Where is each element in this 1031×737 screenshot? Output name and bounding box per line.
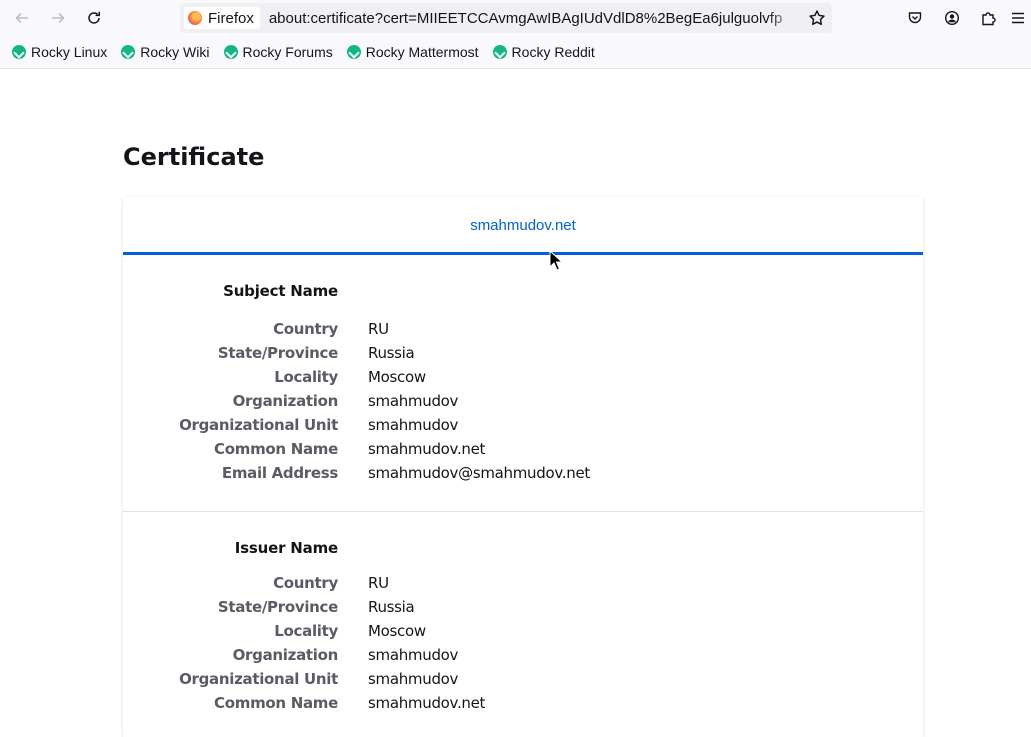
field-label: Organizational Unit [179, 416, 338, 434]
field-value: smahmudov [368, 416, 459, 434]
forward-arrow-icon[interactable] [44, 4, 72, 32]
page-content: Certificate smahmudov.net Subject Name C… [0, 69, 1031, 737]
certificate-tab-bar: smahmudov.net [123, 197, 923, 255]
field-label: Common Name [214, 694, 338, 712]
menu-icon[interactable] [1010, 4, 1031, 32]
field-value: RU [368, 574, 389, 592]
mouse-cursor-icon [549, 250, 563, 271]
field-label: State/Province [217, 344, 338, 362]
pocket-icon[interactable] [901, 4, 929, 32]
field-value: smahmudov.net [368, 694, 486, 712]
field-row: Organizational Unit smahmudov [123, 667, 923, 691]
reload-icon[interactable] [80, 4, 108, 32]
issuer-fields: Country RU State/Province Russia Locality M… [123, 571, 923, 715]
extensions-icon[interactable] [974, 4, 1002, 32]
field-row: Organizational Unit smahmudov [123, 413, 923, 437]
rocky-logo-icon [121, 45, 136, 59]
field-value: RU [368, 320, 389, 338]
field-row: Country RU [123, 317, 923, 341]
field-row: Common Name smahmudov.net [123, 691, 923, 715]
rocky-logo-icon [12, 45, 26, 59]
field-label: Organization [232, 392, 339, 410]
section-title: Issuer Name [234, 539, 338, 557]
url-text[interactable]: about:certificate?cert=MIIEETCCAvmgAwIBA… [269, 10, 799, 27]
rocky-logo-icon [346, 45, 361, 59]
identity-box[interactable]: Firefox [184, 7, 260, 29]
rocky-logo-icon [223, 45, 238, 59]
identity-label: Firefox [208, 9, 254, 27]
field-label: Country [273, 320, 338, 338]
field-value: Moscow [368, 368, 426, 386]
field-value: smahmudov [368, 646, 459, 664]
field-row: State/Province Russia [123, 595, 923, 619]
bookmark-rocky-mattermost[interactable]: Rocky Mattermost [345, 40, 481, 64]
field-row: State/Province Russia [123, 341, 923, 365]
field-row: Locality Moscow [123, 365, 923, 389]
rocky-logo-icon [492, 45, 507, 59]
account-icon[interactable] [938, 4, 966, 32]
field-row: Organization smahmudov [123, 643, 923, 667]
bookmark-rocky-wiki[interactable]: Rocky Wiki [119, 40, 211, 64]
field-label: Country [273, 574, 338, 592]
field-value: smahmudov [368, 392, 459, 410]
field-row: Email Address smahmudov@smahmudov.net [123, 461, 923, 485]
address-bar[interactable]: Firefox about:certificate?cert=MIIEETCCA… [180, 3, 832, 33]
bookmark-star-icon[interactable] [808, 9, 826, 27]
field-label: Organizational Unit [179, 670, 338, 688]
bookmark-label: Rocky Linux [31, 44, 108, 60]
back-arrow-icon[interactable] [8, 4, 36, 32]
field-label: Organization [232, 646, 339, 664]
field-value: Russia [368, 344, 415, 362]
field-value: Russia [368, 598, 415, 616]
firefox-logo-icon [188, 11, 202, 25]
bookmark-label: Rocky Mattermost [365, 44, 479, 60]
field-label: Locality [274, 368, 338, 386]
bookmark-label: Rocky Reddit [511, 44, 595, 60]
field-value: smahmudov@smahmudov.net [368, 464, 590, 482]
browser-toolbar: Firefox about:certificate?cert=MIIEETCCA… [0, 0, 1031, 36]
bookmarks-toolbar: Rocky Linux Rocky Wiki Rocky Forums Rock… [0, 36, 1031, 69]
bookmark-rocky-linux[interactable]: Rocky Linux [10, 40, 109, 64]
issuer-name-section: Issuer Name Country RU State/Province Russ… [123, 512, 923, 715]
section-title: Subject Name [223, 282, 338, 300]
field-row: Common Name smahmudov.net [123, 437, 923, 461]
field-value: Moscow [368, 622, 426, 640]
field-value: smahmudov.net [368, 440, 486, 458]
subject-fields: Country RU State/Province Russia Locality M… [123, 317, 923, 485]
field-label: Locality [274, 622, 338, 640]
bookmark-label: Rocky Forums [242, 44, 333, 60]
field-label: Email Address [221, 464, 338, 482]
field-label: Common Name [214, 440, 338, 458]
bookmark-label: Rocky Wiki [140, 44, 210, 60]
page-title: Certificate [123, 143, 265, 171]
field-row: Organization smahmudov [123, 389, 923, 413]
bookmark-rocky-reddit[interactable]: Rocky Reddit [491, 40, 597, 64]
bookmark-rocky-forums[interactable]: Rocky Forums [222, 40, 335, 64]
field-label: State/Province [217, 598, 338, 616]
field-value: smahmudov [368, 670, 459, 688]
subject-name-section: Subject Name Country RU State/Province Rus… [123, 255, 923, 512]
tab-smahmudov-net[interactable]: smahmudov.net [470, 217, 576, 234]
certificate-card: smahmudov.net Subject Name Country RU Sta… [123, 197, 923, 737]
field-row: Locality Moscow [123, 619, 923, 643]
field-row: Country RU [123, 571, 923, 595]
